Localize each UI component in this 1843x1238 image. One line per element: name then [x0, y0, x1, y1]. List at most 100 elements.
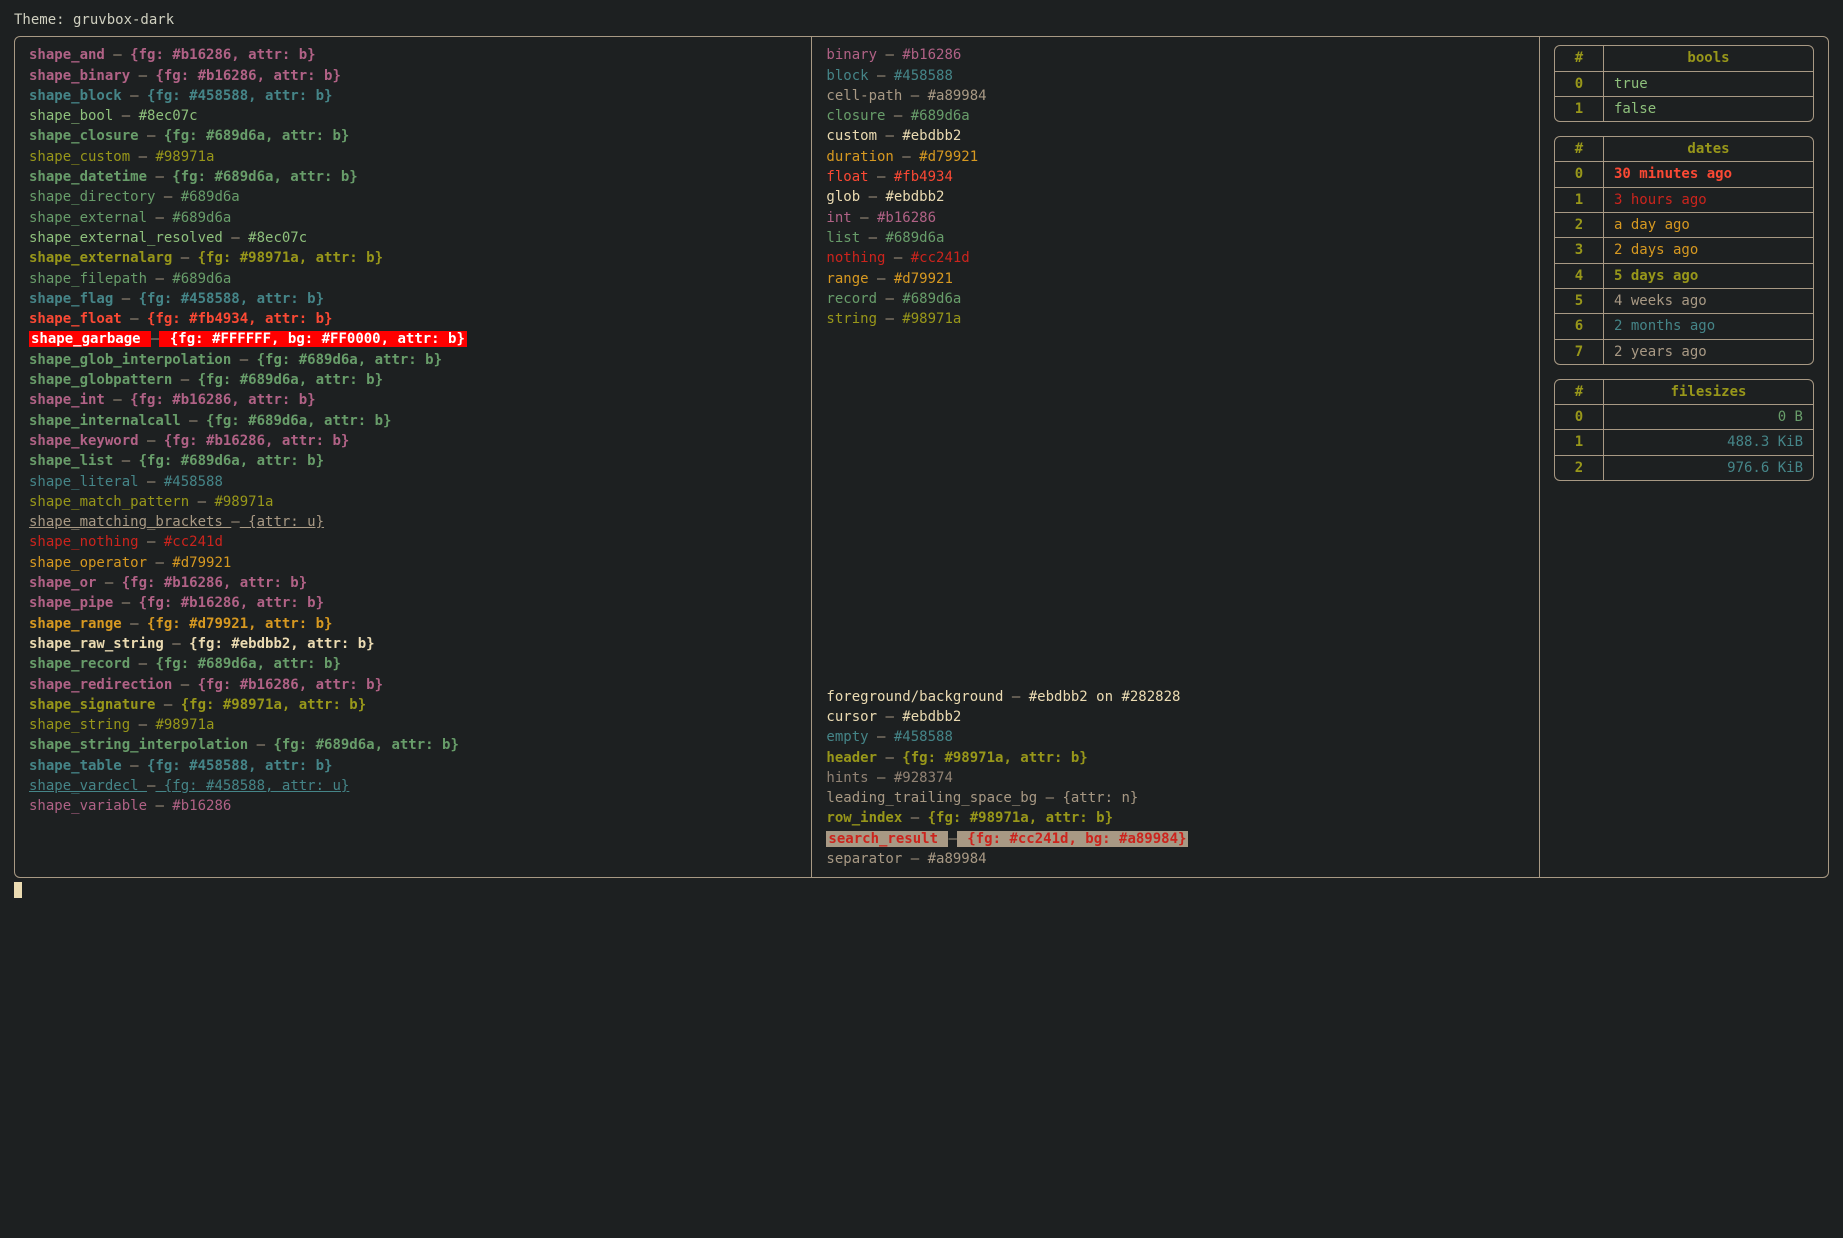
shape-row: shape_keyword – {fg: #b16286, attr: b} [29, 431, 797, 451]
shape-row-label: shape_externalarg [29, 250, 181, 266]
shape-row-label: shape_string_interpolation [29, 737, 257, 753]
shape-row-label: shape_keyword [29, 433, 147, 449]
shape-row-value: #98971a [206, 494, 273, 510]
table-header: dates [1604, 137, 1813, 162]
type-row-label: custom [826, 128, 885, 144]
shape-row: shape_directory – #689d6a [29, 187, 797, 207]
row-value: false [1604, 97, 1813, 121]
row-index: 7 [1555, 340, 1604, 364]
type-row-value: #689d6a [894, 291, 961, 307]
table-row: 0true [1555, 72, 1813, 97]
shape-row-label: shape_bool [29, 108, 122, 124]
shape-row-label: shape_raw_string [29, 636, 172, 652]
misc-row-label: row_index [826, 810, 910, 826]
type-row-value: #ebdbb2 [894, 128, 961, 144]
shape-row: shape_variable – #b16286 [29, 796, 797, 816]
misc-row-value: #a89984 [919, 851, 986, 867]
type-row: float – #fb4934 [826, 167, 1525, 187]
type-row-label: binary [826, 47, 885, 63]
shape-row-label: shape_match_pattern [29, 494, 198, 510]
row-index: 1 [1555, 97, 1604, 121]
shape-row: shape_externalarg – {fg: #98971a, attr: … [29, 248, 797, 268]
row-value: 30 minutes ago [1604, 162, 1813, 187]
bools-table: #bools0true1false [1554, 45, 1814, 122]
shape-row: shape_signature – {fg: #98971a, attr: b} [29, 695, 797, 715]
misc-row-label: leading_trailing_space_bg [826, 790, 1045, 806]
shape-row: shape_raw_string – {fg: #ebdbb2, attr: b… [29, 634, 797, 654]
shape-row: shape_float – {fg: #fb4934, attr: b} [29, 309, 797, 329]
type-row-value: #689d6a [877, 230, 944, 246]
shape-row: shape_nothing – #cc241d [29, 532, 797, 552]
row-value: 5 days ago [1604, 264, 1813, 289]
shape-row-label: shape_signature [29, 697, 164, 713]
shape-row: shape_and – {fg: #b16286, attr: b} [29, 45, 797, 65]
table-row: 13 hours ago [1555, 188, 1813, 213]
shape-row: shape_external – #689d6a [29, 208, 797, 228]
shape-row-label: shape_literal [29, 474, 147, 490]
shape-row: shape_garbage – {fg: #FFFFFF, bg: #FF000… [29, 329, 797, 349]
shape-row-value: #98971a [147, 717, 214, 733]
filesizes-table: #filesizes00 B1488.3 KiB2976.6 KiB [1554, 379, 1814, 481]
type-row-label: cell-path [826, 88, 910, 104]
misc-row-value: #ebdbb2 [894, 709, 961, 725]
shape-row: shape_vardecl – {fg: #458588, attr: u} [29, 776, 797, 796]
shape-row: shape_bool – #8ec07c [29, 106, 797, 126]
row-value: 2 months ago [1604, 314, 1813, 339]
shape-row: shape_or – {fg: #b16286, attr: b} [29, 573, 797, 593]
type-row-label: string [826, 311, 885, 327]
misc-row-label: cursor [826, 709, 885, 725]
misc-row-value: {attr: n} [1054, 790, 1138, 806]
shape-row-value: {fg: #689d6a, attr: b} [164, 169, 358, 185]
shape-row: shape_globpattern – {fg: #689d6a, attr: … [29, 370, 797, 390]
shape-row-value: {fg: #689d6a, attr: b} [147, 656, 341, 672]
row-index: 1 [1555, 188, 1604, 213]
row-value: 488.3 KiB [1604, 430, 1813, 455]
row-index: 3 [1555, 238, 1604, 263]
shape-row: shape_closure – {fg: #689d6a, attr: b} [29, 126, 797, 146]
type-row-label: block [826, 68, 877, 84]
shape-row-label: shape_nothing [29, 534, 147, 550]
type-row-label: record [826, 291, 885, 307]
shape-row-label: shape_matching_brackets [29, 514, 231, 530]
misc-row-label: search_result [826, 831, 948, 847]
type-row-label: int [826, 210, 860, 226]
shape-row-label: shape_binary [29, 68, 139, 84]
shape-row-label: shape_pipe [29, 595, 122, 611]
misc-row: hints – #928374 [826, 768, 1525, 788]
table-header: # [1555, 46, 1604, 71]
shape-row-value: #8ec07c [240, 230, 307, 246]
shape-row-value: {fg: #ebdbb2, attr: b} [181, 636, 375, 652]
shape-row-label: shape_float [29, 311, 130, 327]
type-row-label: range [826, 271, 877, 287]
type-row: glob – #ebdbb2 [826, 187, 1525, 207]
row-index: 6 [1555, 314, 1604, 339]
shape-row: shape_int – {fg: #b16286, attr: b} [29, 390, 797, 410]
misc-row-value: {fg: #98971a, attr: b} [919, 810, 1113, 826]
shape-row: shape_string_interpolation – {fg: #689d6… [29, 735, 797, 755]
type-row-value: #98971a [894, 311, 961, 327]
shape-row: shape_matching_brackets – {attr: u} [29, 512, 797, 532]
shape-row: shape_binary – {fg: #b16286, attr: b} [29, 66, 797, 86]
type-row-value: #d79921 [885, 271, 952, 287]
table-header: filesizes [1604, 380, 1813, 405]
shape-row-label: shape_block [29, 88, 130, 104]
shape-row-value: {fg: #98971a, attr: b} [189, 250, 383, 266]
shape-row-label: shape_flag [29, 291, 122, 307]
misc-row-value: {fg: #98971a, attr: b} [894, 750, 1088, 766]
misc-row: row_index – {fg: #98971a, attr: b} [826, 808, 1525, 828]
shape-row-label: shape_garbage [29, 331, 151, 347]
table-row: 54 weeks ago [1555, 289, 1813, 314]
shape-row-label: shape_datetime [29, 169, 155, 185]
shape-row-value: {fg: #689d6a, attr: b} [248, 352, 442, 368]
type-row-label: closure [826, 108, 893, 124]
shape-row: shape_flag – {fg: #458588, attr: b} [29, 289, 797, 309]
row-index: 4 [1555, 264, 1604, 289]
shape-row-value: {fg: #458588, attr: u} [155, 778, 349, 794]
row-value: 4 weeks ago [1604, 289, 1813, 314]
row-value: a day ago [1604, 213, 1813, 238]
table-row: 030 minutes ago [1555, 162, 1813, 187]
shape-row-value: #cc241d [155, 534, 222, 550]
terminal-cursor [14, 882, 22, 898]
table-header: # [1555, 137, 1604, 162]
misc-row-label: empty [826, 729, 877, 745]
